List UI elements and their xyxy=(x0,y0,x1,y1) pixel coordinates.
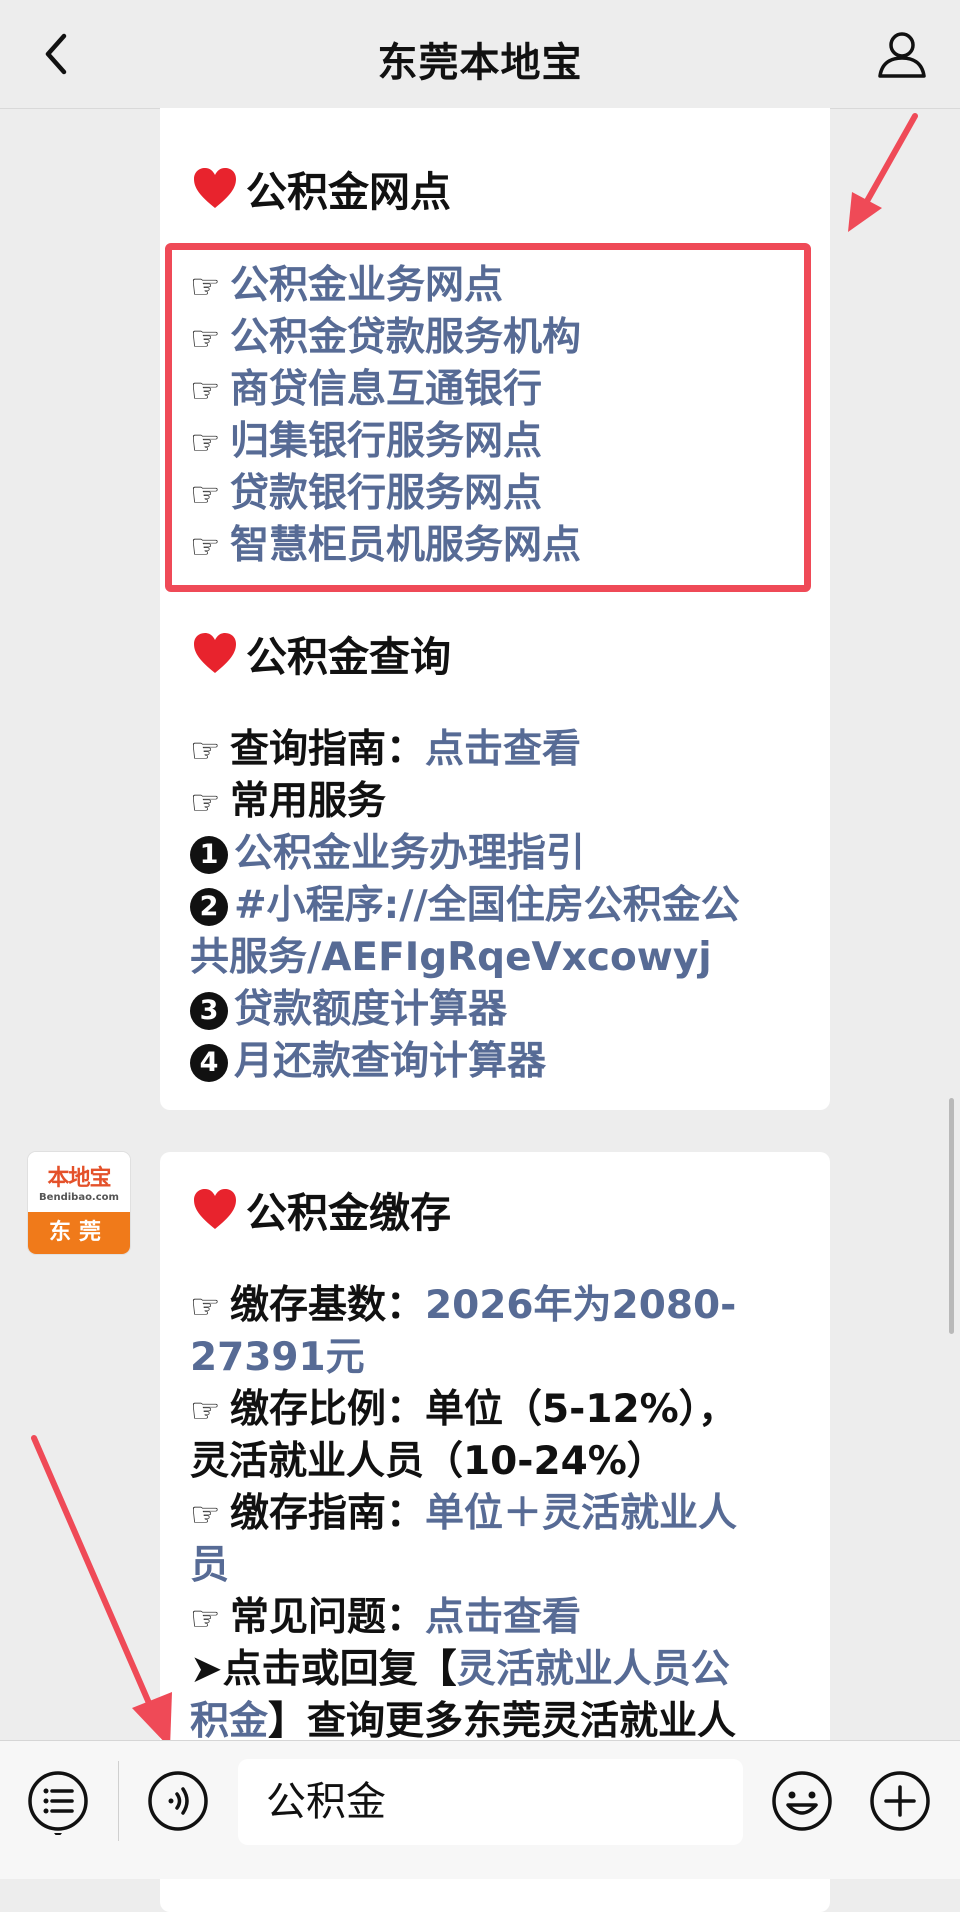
service-item[interactable]: 3 贷款额度计算器 xyxy=(190,984,507,1036)
heart-icon xyxy=(194,633,236,673)
pointing-hand-icon: ☞ xyxy=(190,1287,221,1327)
menu-list-icon[interactable] xyxy=(24,1767,92,1835)
pointing-hand-icon: ☞ xyxy=(190,1391,221,1431)
faq-link[interactable]: 点击查看 xyxy=(425,1595,581,1640)
number-badge: 4 xyxy=(190,1044,228,1082)
section-title: 公积金查询 xyxy=(192,623,451,683)
message-input[interactable]: 公积金 xyxy=(238,1759,743,1845)
input-toolbar: 公积金 xyxy=(0,1740,960,1879)
pointing-hand-icon: ☞ xyxy=(190,1495,221,1535)
heart-icon xyxy=(194,168,236,208)
section-title: 公积金缴存 xyxy=(192,1179,451,1239)
pointing-hand-icon: ☞ xyxy=(190,1599,221,1639)
contribution-base-row-continued[interactable]: 27391元 xyxy=(190,1332,365,1384)
services-label-row: ☞ 常用服务 xyxy=(190,776,386,829)
service-item[interactable]: 2 #小程序://全国住房公积金公 xyxy=(190,880,740,932)
person-icon[interactable] xyxy=(872,24,932,84)
number-badge: 1 xyxy=(190,836,228,874)
more-info-row: ➤点击或回复【灵活就业人员公 xyxy=(190,1647,730,1692)
query-guide-link[interactable]: 点击查看 xyxy=(425,727,581,772)
contribution-ratio-row: ☞ 缴存比例：单位（5-12%）， xyxy=(190,1384,737,1437)
arrow-annotation-icon xyxy=(31,1435,172,1748)
voice-icon[interactable] xyxy=(144,1767,212,1835)
avatar-city: 东莞 xyxy=(28,1212,130,1254)
query-guide-row: ☞ 查询指南：点击查看 xyxy=(190,724,581,777)
avatar[interactable]: 本地宝 Bendibao.com 东莞 xyxy=(28,1152,130,1254)
scrollbar[interactable] xyxy=(949,1098,954,1334)
contribution-guide-row-continued[interactable]: 员 xyxy=(190,1540,229,1592)
heart-icon xyxy=(194,1189,236,1229)
arrow-annotation-icon xyxy=(848,113,918,232)
top-navbar: 东莞本地宝 xyxy=(0,0,960,109)
section-title: 公积金网点 xyxy=(192,158,451,218)
service-item-continued[interactable]: 共服务/AEFIgRqeVxcowyj xyxy=(190,932,712,984)
number-badge: 2 xyxy=(190,888,228,926)
contribution-ratio-row-continued: 灵活就业人员（10-24%） xyxy=(190,1439,666,1484)
number-badge: 3 xyxy=(190,992,228,1030)
contribution-base-row: ☞ 缴存基数：2026年为2080- xyxy=(190,1280,736,1333)
highlight-box xyxy=(165,243,811,592)
page-title: 东莞本地宝 xyxy=(377,40,583,86)
smiley-icon[interactable] xyxy=(768,1767,836,1835)
pointing-hand-icon: ☞ xyxy=(190,783,221,823)
contribution-guide-row: ☞ 缴存指南：单位＋灵活就业人 xyxy=(190,1488,737,1541)
avatar-sub: Bendibao.com xyxy=(39,1192,119,1203)
service-item[interactable]: 4 月还款查询计算器 xyxy=(190,1036,546,1088)
pointing-hand-icon: ☞ xyxy=(190,731,221,771)
faq-row: ☞ 常见问题：点击查看 xyxy=(190,1592,581,1645)
divider xyxy=(118,1761,119,1841)
service-item[interactable]: 1 公积金业务办理指引 xyxy=(190,828,585,880)
plus-icon[interactable] xyxy=(866,1767,934,1835)
avatar-logo: 本地宝 xyxy=(47,1166,111,1191)
